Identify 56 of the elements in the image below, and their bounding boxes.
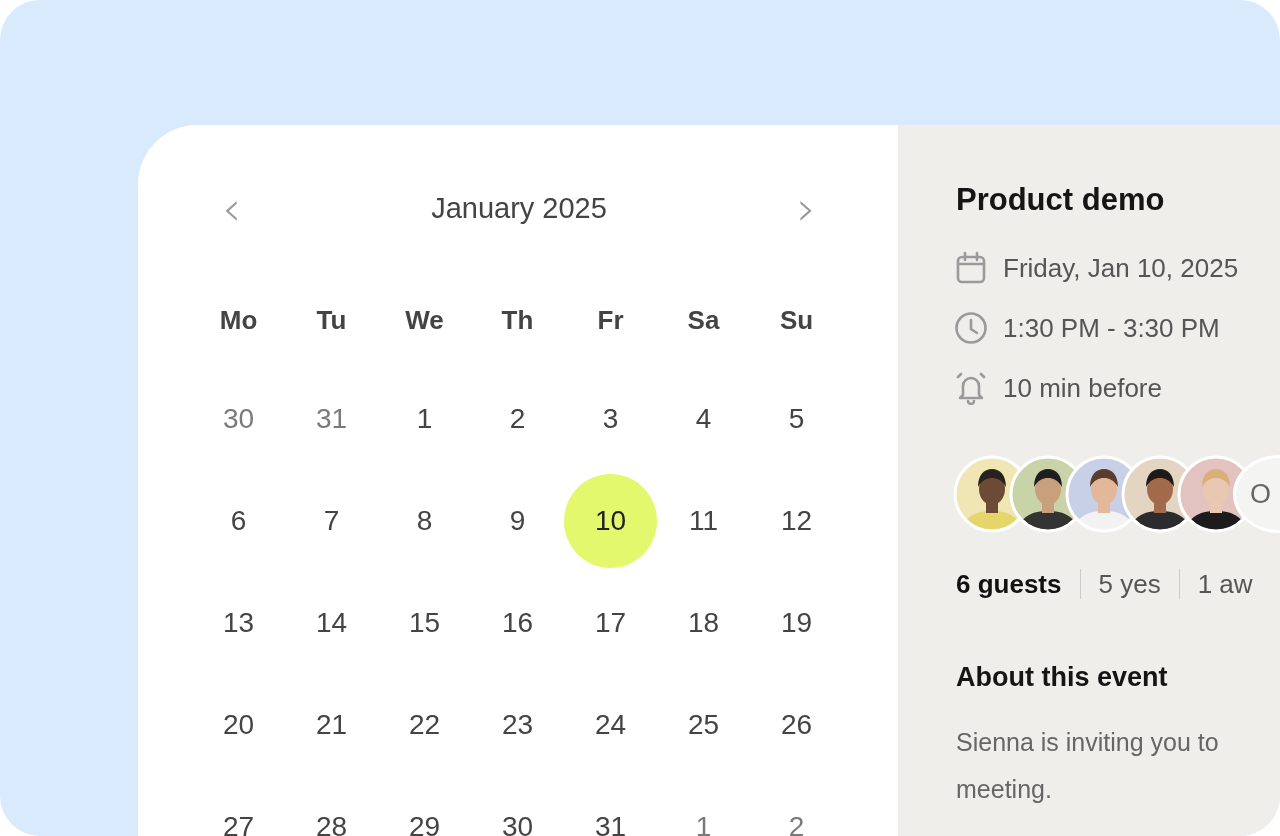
calendar-day[interactable]: 3 — [564, 372, 657, 466]
calendar-day[interactable]: 24 — [564, 678, 657, 772]
month-title: January 2025 — [431, 191, 607, 225]
calendar-day[interactable]: 20 — [192, 678, 285, 772]
event-detail: Friday, Jan 10, 2025 — [1003, 252, 1239, 284]
calendar-day[interactable]: 30 — [192, 372, 285, 466]
calendar-day[interactable]: 16 — [471, 576, 564, 670]
guest-avatar: O — [1233, 455, 1280, 533]
calendar-day[interactable]: 27 — [192, 780, 285, 836]
calendar-day[interactable]: 31 — [285, 372, 378, 466]
calendar-day[interactable]: 4 — [657, 372, 750, 466]
calendar-day[interactable]: 2 — [471, 372, 564, 466]
event-title: Product demo — [956, 182, 1166, 218]
calendar-day[interactable]: 28 — [285, 780, 378, 836]
weekday-label: Mo — [219, 304, 258, 336]
section-heading: About this event — [956, 661, 1169, 694]
weekday-label: Th — [501, 304, 534, 336]
calendar-day[interactable]: 17 — [564, 576, 657, 670]
weekday-label: Fr — [597, 304, 624, 336]
calendar-icon — [954, 251, 988, 285]
calendar-day[interactable]: 29 — [378, 780, 471, 836]
calendar-day[interactable]: 10 — [564, 474, 657, 568]
weekday-label: Sa — [687, 304, 720, 336]
calendar-day[interactable]: 6 — [192, 474, 285, 568]
calendar-day[interactable]: 11 — [657, 474, 750, 568]
event-detail: 10 min before — [1003, 372, 1162, 404]
clock-icon — [954, 311, 988, 345]
calendar-day[interactable]: 22 — [378, 678, 471, 772]
event-description: Sienna is inviting you to meeting. — [956, 727, 1220, 805]
calendar-day[interactable]: 5 — [750, 372, 843, 466]
calendar-day[interactable]: 31 — [564, 780, 657, 836]
calendar-day[interactable]: 18 — [657, 576, 750, 670]
calendar-day[interactable]: 19 — [750, 576, 843, 670]
guest-count: 5 yes — [1098, 568, 1161, 600]
calendar-day[interactable]: 14 — [285, 576, 378, 670]
calendar-day[interactable]: 7 — [285, 474, 378, 568]
calendar-day[interactable]: 26 — [750, 678, 843, 772]
guest-count: 1 aw — [1197, 568, 1253, 600]
calendar-day[interactable]: 25 — [657, 678, 750, 772]
guest-count: 6 guests — [956, 568, 1062, 600]
calendar-day[interactable]: 21 — [285, 678, 378, 772]
weekday-label: We — [405, 304, 444, 336]
calendar-day[interactable]: 30 — [471, 780, 564, 836]
calendar-day[interactable]: 1 — [378, 372, 471, 466]
calendar-day[interactable]: 13 — [192, 576, 285, 670]
calendar-day[interactable]: 23 — [471, 678, 564, 772]
calendar-day[interactable]: 12 — [750, 474, 843, 568]
bell-icon — [954, 371, 988, 405]
calendar-day[interactable]: 1 — [657, 780, 750, 836]
calendar-day[interactable]: 15 — [378, 576, 471, 670]
calendar-day[interactable]: 2 — [750, 780, 843, 836]
weekday-label: Su — [779, 304, 814, 336]
event-detail: 1:30 PM - 3:30 PM — [1003, 312, 1220, 344]
calendar-day[interactable]: 9 — [471, 474, 564, 568]
calendar-day[interactable]: 8 — [378, 474, 471, 568]
weekday-label: Tu — [316, 304, 347, 336]
